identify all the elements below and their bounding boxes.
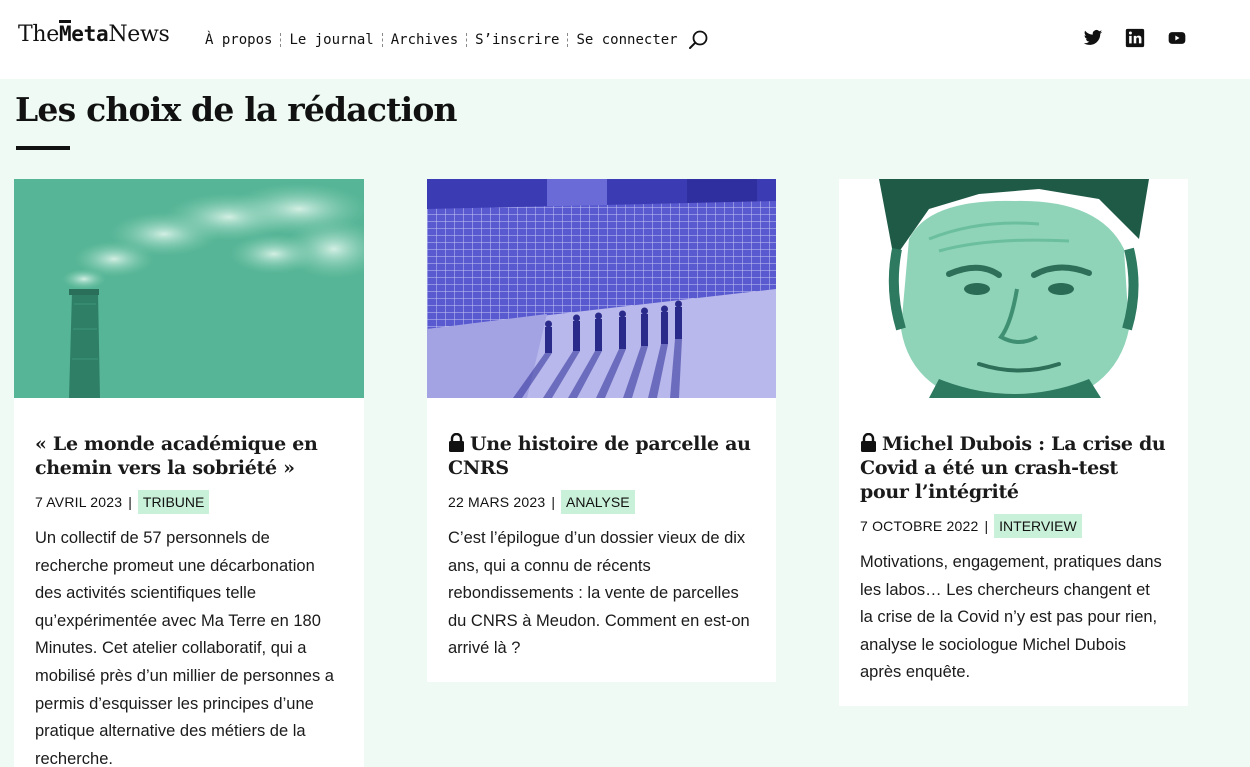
nav-signup[interactable]: S’inscrire [475, 32, 559, 48]
category-badge[interactable]: Analyse [561, 490, 635, 514]
article-body: Michel Dubois : La crise du Covid a été … [860, 432, 1167, 687]
article-date: 7 octobre 2022 [860, 518, 979, 534]
article-image-chimney[interactable] [14, 179, 364, 398]
article-meta: 7 octobre 2022 | Interview [860, 514, 1167, 538]
article-image-portrait[interactable] [839, 179, 1189, 398]
site-logo[interactable]: TheMetaNews [18, 22, 170, 47]
article-meta: 22 mars 2023 | Analyse [448, 490, 755, 514]
youtube-icon[interactable] [1167, 28, 1187, 48]
site-header: TheMetaNews À propos Le journal Archives… [0, 0, 1250, 79]
article-image-construction[interactable] [427, 179, 777, 398]
meta-separator: | [984, 518, 989, 534]
section-title: Les choix de la rédaction [15, 90, 458, 129]
article-title-text: Michel Dubois : La crise du Covid a été … [860, 433, 1166, 503]
article-body: Une histoire de parcelle au CNRS 22 mars… [448, 432, 755, 663]
nav-journal[interactable]: Le journal [289, 32, 373, 48]
article-excerpt: C’est l’épilogue d’un dossier vieux de d… [448, 529, 750, 658]
article-meta: 7 avril 2023 | Tribune [35, 490, 343, 514]
nav-separator [381, 33, 383, 47]
article-card: « Le monde académique en chemin vers la … [14, 179, 364, 767]
article-card: Michel Dubois : La crise du Covid a été … [839, 179, 1188, 706]
article-date: 7 avril 2023 [35, 494, 123, 510]
nav-login[interactable]: Se connecter [576, 32, 677, 48]
main-nav: À propos Le journal Archives S’inscrire … [205, 29, 710, 51]
title-underline [16, 146, 70, 150]
nav-separator [567, 33, 569, 47]
logo-text-meta: Meta [58, 22, 109, 46]
nav-about[interactable]: À propos [205, 32, 272, 48]
article-date: 22 mars 2023 [448, 494, 546, 510]
article-title-text: « Le monde académique en chemin vers la … [35, 433, 318, 479]
lock-icon [449, 433, 464, 452]
article-title[interactable]: « Le monde académique en chemin vers la … [35, 432, 343, 480]
logo-text-news: News [108, 22, 170, 47]
article-excerpt: Un collectif de 57 personnels de recherc… [35, 529, 334, 767]
category-badge[interactable]: Tribune [137, 490, 210, 514]
twitter-icon[interactable] [1083, 28, 1103, 48]
social-links [1083, 28, 1187, 48]
article-card: Une histoire de parcelle au CNRS 22 mars… [427, 179, 776, 682]
meta-separator: | [128, 494, 132, 510]
nav-separator [466, 33, 468, 47]
logo-text-the: The [18, 22, 59, 47]
article-body: « Le monde académique en chemin vers la … [35, 432, 343, 767]
lock-icon [861, 433, 876, 452]
nav-separator [280, 33, 282, 47]
search-icon[interactable] [688, 29, 710, 51]
article-title[interactable]: Une histoire de parcelle au CNRS [448, 432, 755, 480]
linkedin-icon[interactable] [1125, 28, 1145, 48]
article-title-text: Une histoire de parcelle au CNRS [448, 433, 751, 479]
article-excerpt: Motivations, engagement, pratiques dans … [860, 553, 1162, 682]
nav-archives[interactable]: Archives [391, 32, 458, 48]
category-badge[interactable]: Interview [994, 514, 1082, 538]
article-title[interactable]: Michel Dubois : La crise du Covid a été … [860, 432, 1167, 504]
meta-separator: | [551, 494, 555, 510]
